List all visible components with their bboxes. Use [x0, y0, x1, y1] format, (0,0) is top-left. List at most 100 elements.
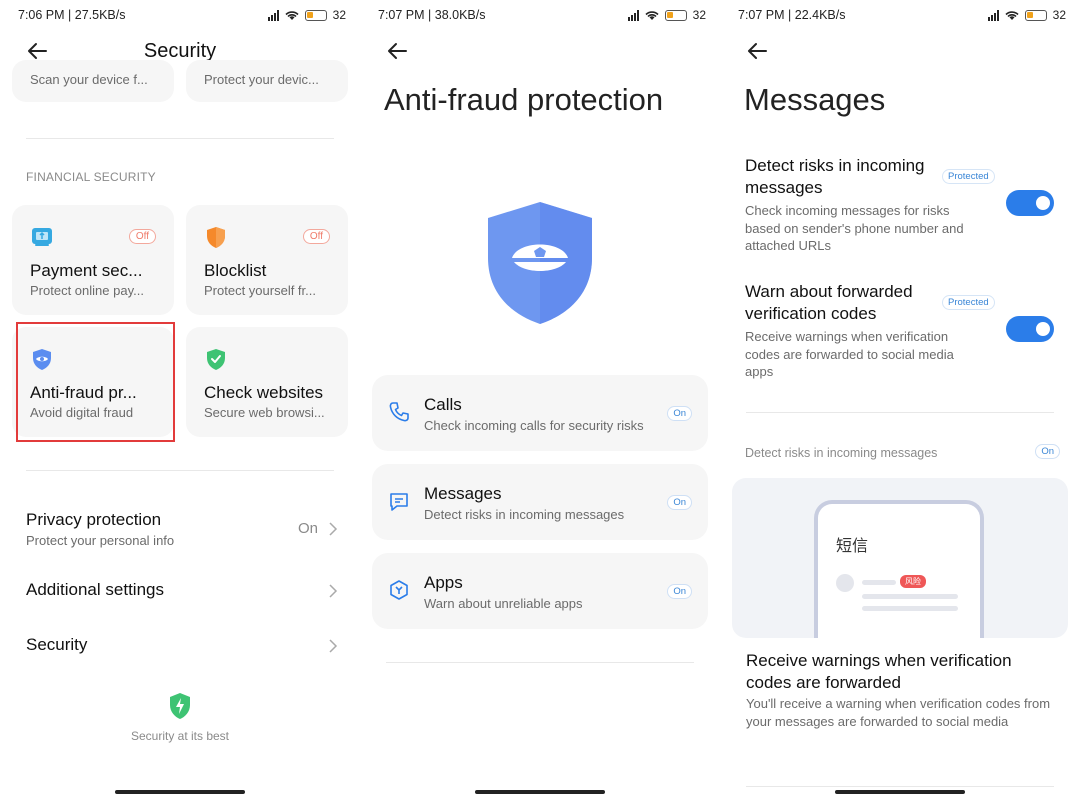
back-arrow-icon: [748, 43, 767, 59]
calls-feature[interactable]: Calls Check incoming calls for security …: [372, 375, 708, 451]
status-badge: On: [667, 406, 692, 421]
status-bar: 7:07 PM | 22.4KB/s 32: [738, 8, 1066, 26]
scan-card[interactable]: Scan your device f...: [12, 60, 174, 102]
risk-tag: 风险: [900, 575, 926, 588]
battery-icon: [664, 9, 687, 21]
feature-title: Calls: [424, 395, 462, 414]
messages-screen: 7:07 PM | 22.4KB/s 32 Messages Detect ri…: [720, 0, 1080, 800]
payment-shield-icon: [32, 228, 52, 246]
row-title: Privacy protection: [26, 510, 162, 529]
card-subtitle: Protect your devic...: [204, 72, 319, 87]
row-title: Security: [26, 635, 88, 654]
back-button[interactable]: [386, 40, 408, 62]
gesture-bar[interactable]: [475, 790, 605, 794]
page-title: Anti-fraud protection: [384, 82, 664, 117]
battery-level: 32: [332, 8, 346, 22]
check-websites-card[interactable]: Check websites Secure web browsi...: [186, 327, 348, 437]
app-hexagon-icon: [390, 580, 408, 600]
setting-subtitle: Receive warnings when verification codes…: [745, 329, 954, 379]
card-subtitle: Secure web browsi...: [204, 405, 325, 420]
signal-icon: [267, 9, 279, 21]
card-subtitle: Protect yourself fr...: [204, 283, 316, 298]
phone-illustration: 短信 风险: [814, 500, 984, 638]
row-title: Additional settings: [26, 580, 164, 599]
warning-title: Receive warnings when verification codes…: [746, 651, 1012, 692]
status-bar: 7:07 PM | 38.0KB/s 32: [378, 8, 706, 26]
wifi-icon: [285, 10, 299, 20]
divider: [746, 786, 1054, 787]
status-time: 7:06 PM | 27.5KB/s: [18, 8, 126, 22]
battery-level: 32: [692, 8, 706, 22]
status-bar: 7:06 PM | 27.5KB/s 32: [18, 8, 346, 26]
status-badge: Off: [302, 229, 330, 244]
green-shield-bolt-icon: [170, 693, 190, 719]
back-button[interactable]: [746, 40, 768, 62]
gesture-bar[interactable]: [115, 790, 245, 794]
signal-icon: [987, 9, 999, 21]
divider: [26, 470, 334, 471]
back-arrow-icon: [388, 43, 407, 59]
row-value: On: [297, 520, 318, 537]
battery-icon: [1024, 9, 1047, 21]
card-title: Blocklist: [204, 261, 267, 280]
card-subtitle: Protect online pay...: [30, 283, 144, 298]
phone-title: 短信: [836, 538, 869, 555]
section-label: FINANCIAL SECURITY: [26, 170, 156, 184]
signal-icon: [627, 9, 639, 21]
warning-description: You'll receive a warning when verificati…: [746, 696, 1051, 729]
forwarded-codes-toggle[interactable]: [1006, 316, 1054, 342]
card-title: Payment sec...: [30, 261, 143, 280]
divider: [386, 662, 694, 663]
card-title: Check websites: [204, 383, 324, 402]
chevron-right-icon: [329, 639, 338, 653]
apps-feature[interactable]: Apps Warn about unreliable apps On: [372, 553, 708, 629]
protected-badge: Protected: [942, 295, 995, 310]
status-time: 7:07 PM | 22.4KB/s: [738, 8, 846, 22]
protect-device-card[interactable]: Protect your devic...: [186, 60, 348, 102]
status-time: 7:07 PM | 38.0KB/s: [378, 8, 486, 22]
wifi-icon: [1005, 10, 1019, 20]
messages-feature[interactable]: Messages Detect risks in incoming messag…: [372, 464, 708, 540]
feature-title: Apps: [424, 573, 463, 592]
divider: [746, 412, 1054, 413]
payment-security-card[interactable]: Off Payment sec... Protect online pay...: [12, 205, 174, 315]
phone-icon: [389, 402, 409, 422]
anti-fraud-screen: 7:07 PM | 38.0KB/s 32 Anti-fraud protect…: [360, 0, 720, 800]
setting-subtitle: Check incoming messages for risks based …: [745, 203, 964, 253]
anti-fraud-shield-icon: [488, 202, 592, 324]
green-shield-check-icon: [207, 349, 225, 370]
battery-level: 32: [1052, 8, 1066, 22]
demo-illustration: 短信 风险: [732, 478, 1068, 638]
card-subtitle: Scan your device f...: [30, 72, 148, 87]
row-subtitle: Protect your personal info: [26, 533, 175, 548]
battery-icon: [304, 9, 327, 21]
chevron-right-icon: [329, 522, 338, 536]
blocklist-card[interactable]: Off Blocklist Protect yourself fr...: [186, 205, 348, 315]
sub-section-label: Detect risks in incoming messages: [745, 446, 938, 460]
status-badge: On: [1035, 444, 1060, 459]
feature-title: Messages: [424, 484, 502, 503]
message-icon: [390, 493, 408, 511]
selection-highlight: [16, 322, 175, 442]
feature-subtitle: Check incoming calls for security risks: [424, 418, 644, 433]
avatar: [836, 574, 854, 592]
status-badge: On: [667, 495, 692, 510]
wifi-icon: [645, 10, 659, 20]
divider: [26, 138, 334, 139]
security-row[interactable]: Security: [26, 635, 338, 659]
security-screen: 7:06 PM | 27.5KB/s 32 Security Scan your…: [0, 0, 360, 800]
status-badge: Off: [128, 229, 156, 244]
status-badge: On: [667, 584, 692, 599]
footer-text: Security at its best: [130, 729, 230, 743]
feature-subtitle: Detect risks in incoming messages: [424, 507, 625, 522]
page-title: Messages: [744, 82, 886, 117]
additional-settings-row[interactable]: Additional settings: [26, 580, 338, 604]
privacy-protection-row[interactable]: Privacy protection Protect your personal…: [26, 510, 338, 550]
setting-title: Detect risks in incoming messages: [745, 156, 925, 197]
chevron-right-icon: [329, 584, 338, 598]
detect-risks-toggle[interactable]: [1006, 190, 1054, 216]
detect-risks-setting: Detect risks in incoming messages Check …: [745, 155, 1060, 255]
orange-shield-icon: [207, 227, 225, 248]
gesture-bar[interactable]: [835, 790, 965, 794]
feature-subtitle: Warn about unreliable apps: [424, 596, 583, 611]
